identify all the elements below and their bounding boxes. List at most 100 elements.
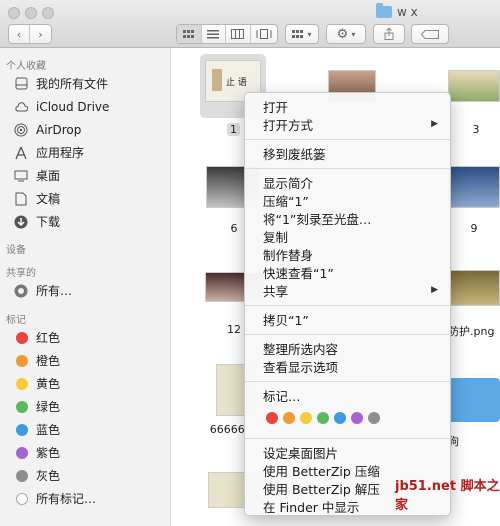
tag-color-icon	[16, 331, 28, 344]
file-label-1[interactable]: 1	[227, 123, 240, 136]
action-button[interactable]: ⚙ ▾	[326, 24, 366, 44]
folder-thumbnail[interactable]	[448, 378, 500, 422]
file-label-folder[interactable]: 狗	[448, 433, 468, 449]
menu-item-show-view-options[interactable]: 查看显示选项	[245, 357, 450, 375]
minimize-window-button[interactable]	[25, 7, 37, 19]
menu-item-label: 设定桌面图片	[263, 445, 339, 461]
tag-color-button[interactable]	[334, 412, 346, 424]
window-title: w x	[376, 3, 418, 20]
view-mode-buttons	[176, 24, 278, 44]
shared-header: 共享的	[6, 267, 36, 279]
menu-item-label: 显示简介	[263, 175, 314, 191]
menu-item-copy[interactable]: 拷贝“1”	[245, 310, 450, 328]
menu-item-label: 拷贝“1”	[263, 312, 309, 328]
menu-item-open-with[interactable]: 打开方式 ▶	[245, 115, 450, 133]
menu-item-open[interactable]: 打开	[245, 97, 450, 115]
menu-item-make-alias[interactable]: 制作替身	[245, 245, 450, 263]
menu-item-get-info[interactable]: 显示简介	[245, 173, 450, 191]
column-view-button[interactable]	[226, 25, 251, 43]
menu-item-quick-look[interactable]: 快速查看“1”	[245, 263, 450, 281]
edit-tags-button[interactable]	[411, 24, 449, 44]
cover-flow-button[interactable]	[251, 25, 277, 43]
documents-icon	[14, 192, 28, 206]
menu-item-tags[interactable]: 标记…	[245, 386, 450, 404]
forward-button[interactable]: ›	[30, 25, 51, 43]
navigation-buttons: ‹ ›	[8, 24, 52, 44]
sidebar-item-label: 绿色	[36, 400, 61, 414]
devices-header: 设备	[6, 244, 26, 256]
menu-separator	[245, 139, 450, 140]
menu-item-label: 查看显示选项	[263, 359, 339, 375]
cover-flow-icon	[256, 29, 272, 39]
sidebar-item-label: 文稿	[36, 192, 61, 206]
menu-item-label: 共享	[263, 283, 289, 299]
network-icon	[14, 284, 28, 298]
sidebar-item-all-tags[interactable]: 所有标记…	[0, 487, 170, 510]
tag-color-button[interactable]	[283, 412, 295, 424]
sidebar-item-label: 蓝色	[36, 423, 61, 437]
file-label-protect[interactable]: 防护.png	[448, 323, 500, 339]
list-view-icon	[207, 29, 220, 38]
share-button[interactable]	[373, 24, 405, 44]
context-menu: 打开 打开方式 ▶ 移到废纸篓 显示简介 压缩“1” 将“1”刻录至光盘… 复制 …	[244, 92, 451, 516]
file-thumbnail-protect[interactable]	[448, 270, 500, 306]
tag-color-button[interactable]	[317, 412, 329, 424]
sidebar-item-label: 灰色	[36, 469, 61, 483]
sidebar-item-tag[interactable]: 黄色	[0, 372, 170, 395]
menu-item-compress[interactable]: 压缩“1”	[245, 191, 450, 209]
tag-color-icon	[16, 400, 28, 413]
menu-item-share[interactable]: 共享 ▶	[245, 281, 450, 299]
sidebar-item-tag[interactable]: 蓝色	[0, 418, 170, 441]
sidebar-item-all-files[interactable]: 我的所有文件	[0, 72, 170, 95]
icon-view-icon	[183, 29, 195, 38]
menu-item-label: 移到废纸篓	[263, 146, 326, 162]
tags-header: 标记	[6, 314, 26, 326]
sidebar-item-downloads[interactable]: 下载	[0, 210, 170, 233]
menu-item-label: 压缩“1”	[263, 193, 309, 209]
icon-view-button[interactable]	[177, 25, 202, 43]
applications-icon	[14, 146, 28, 160]
sidebar-item-tag[interactable]: 紫色	[0, 441, 170, 464]
menu-item-label: 打开	[263, 99, 289, 115]
sidebar-item-all-shared[interactable]: 所有…	[0, 279, 170, 302]
tag-color-button[interactable]	[300, 412, 312, 424]
close-window-button[interactable]	[8, 7, 20, 19]
gear-icon: ⚙	[336, 26, 349, 42]
folder-icon	[376, 3, 392, 18]
file-label-12[interactable]: 12	[222, 323, 246, 336]
tag-color-icon	[16, 354, 28, 367]
sidebar-item-documents[interactable]: 文稿	[0, 187, 170, 210]
back-button[interactable]: ‹	[9, 25, 31, 43]
back-icon: ‹	[16, 27, 22, 41]
sidebar-item-tag[interactable]: 灰色	[0, 464, 170, 487]
sidebar-item-label: 我的所有文件	[36, 77, 109, 91]
file-thumbnail-9[interactable]	[448, 166, 500, 208]
menu-item-move-to-trash[interactable]: 移到废纸篓	[245, 144, 450, 162]
sidebar-item-airdrop[interactable]: AirDrop	[0, 118, 170, 141]
sidebar-item-tag[interactable]: 绿色	[0, 395, 170, 418]
zoom-window-button[interactable]	[42, 7, 54, 19]
tag-color-button[interactable]	[266, 412, 278, 424]
menu-item-clean-up-selection[interactable]: 整理所选内容	[245, 339, 450, 357]
menu-item-set-desktop-picture[interactable]: 设定桌面图片	[245, 443, 450, 461]
tag-color-icon	[16, 423, 28, 436]
sidebar-item-label: 黄色	[36, 377, 61, 391]
sidebar-item-tag[interactable]: 橙色	[0, 349, 170, 372]
tag-color-button[interactable]	[368, 412, 380, 424]
list-view-button[interactable]	[202, 25, 227, 43]
menu-item-burn-to-disc[interactable]: 将“1”刻录至光盘…	[245, 209, 450, 227]
menu-item-label: 快速查看“1”	[263, 265, 334, 281]
sidebar-item-icloud-drive[interactable]: iCloud Drive	[0, 95, 170, 118]
sidebar-item-applications[interactable]: 应用程序	[0, 141, 170, 164]
tag-color-button[interactable]	[351, 412, 363, 424]
sidebar-item-label: 应用程序	[36, 146, 85, 160]
menu-item-duplicate[interactable]: 复制	[245, 227, 450, 245]
sidebar-item-tag[interactable]: 红色	[0, 326, 170, 349]
file-label-6[interactable]: 6	[224, 222, 244, 235]
menu-separator	[245, 305, 450, 306]
file-label-9[interactable]: 9	[464, 222, 484, 235]
arrange-button[interactable]: ▾	[285, 24, 319, 44]
sidebar-item-desktop[interactable]: 桌面	[0, 164, 170, 187]
file-label-3[interactable]: 3	[466, 123, 486, 136]
file-thumbnail-3[interactable]	[448, 70, 500, 102]
